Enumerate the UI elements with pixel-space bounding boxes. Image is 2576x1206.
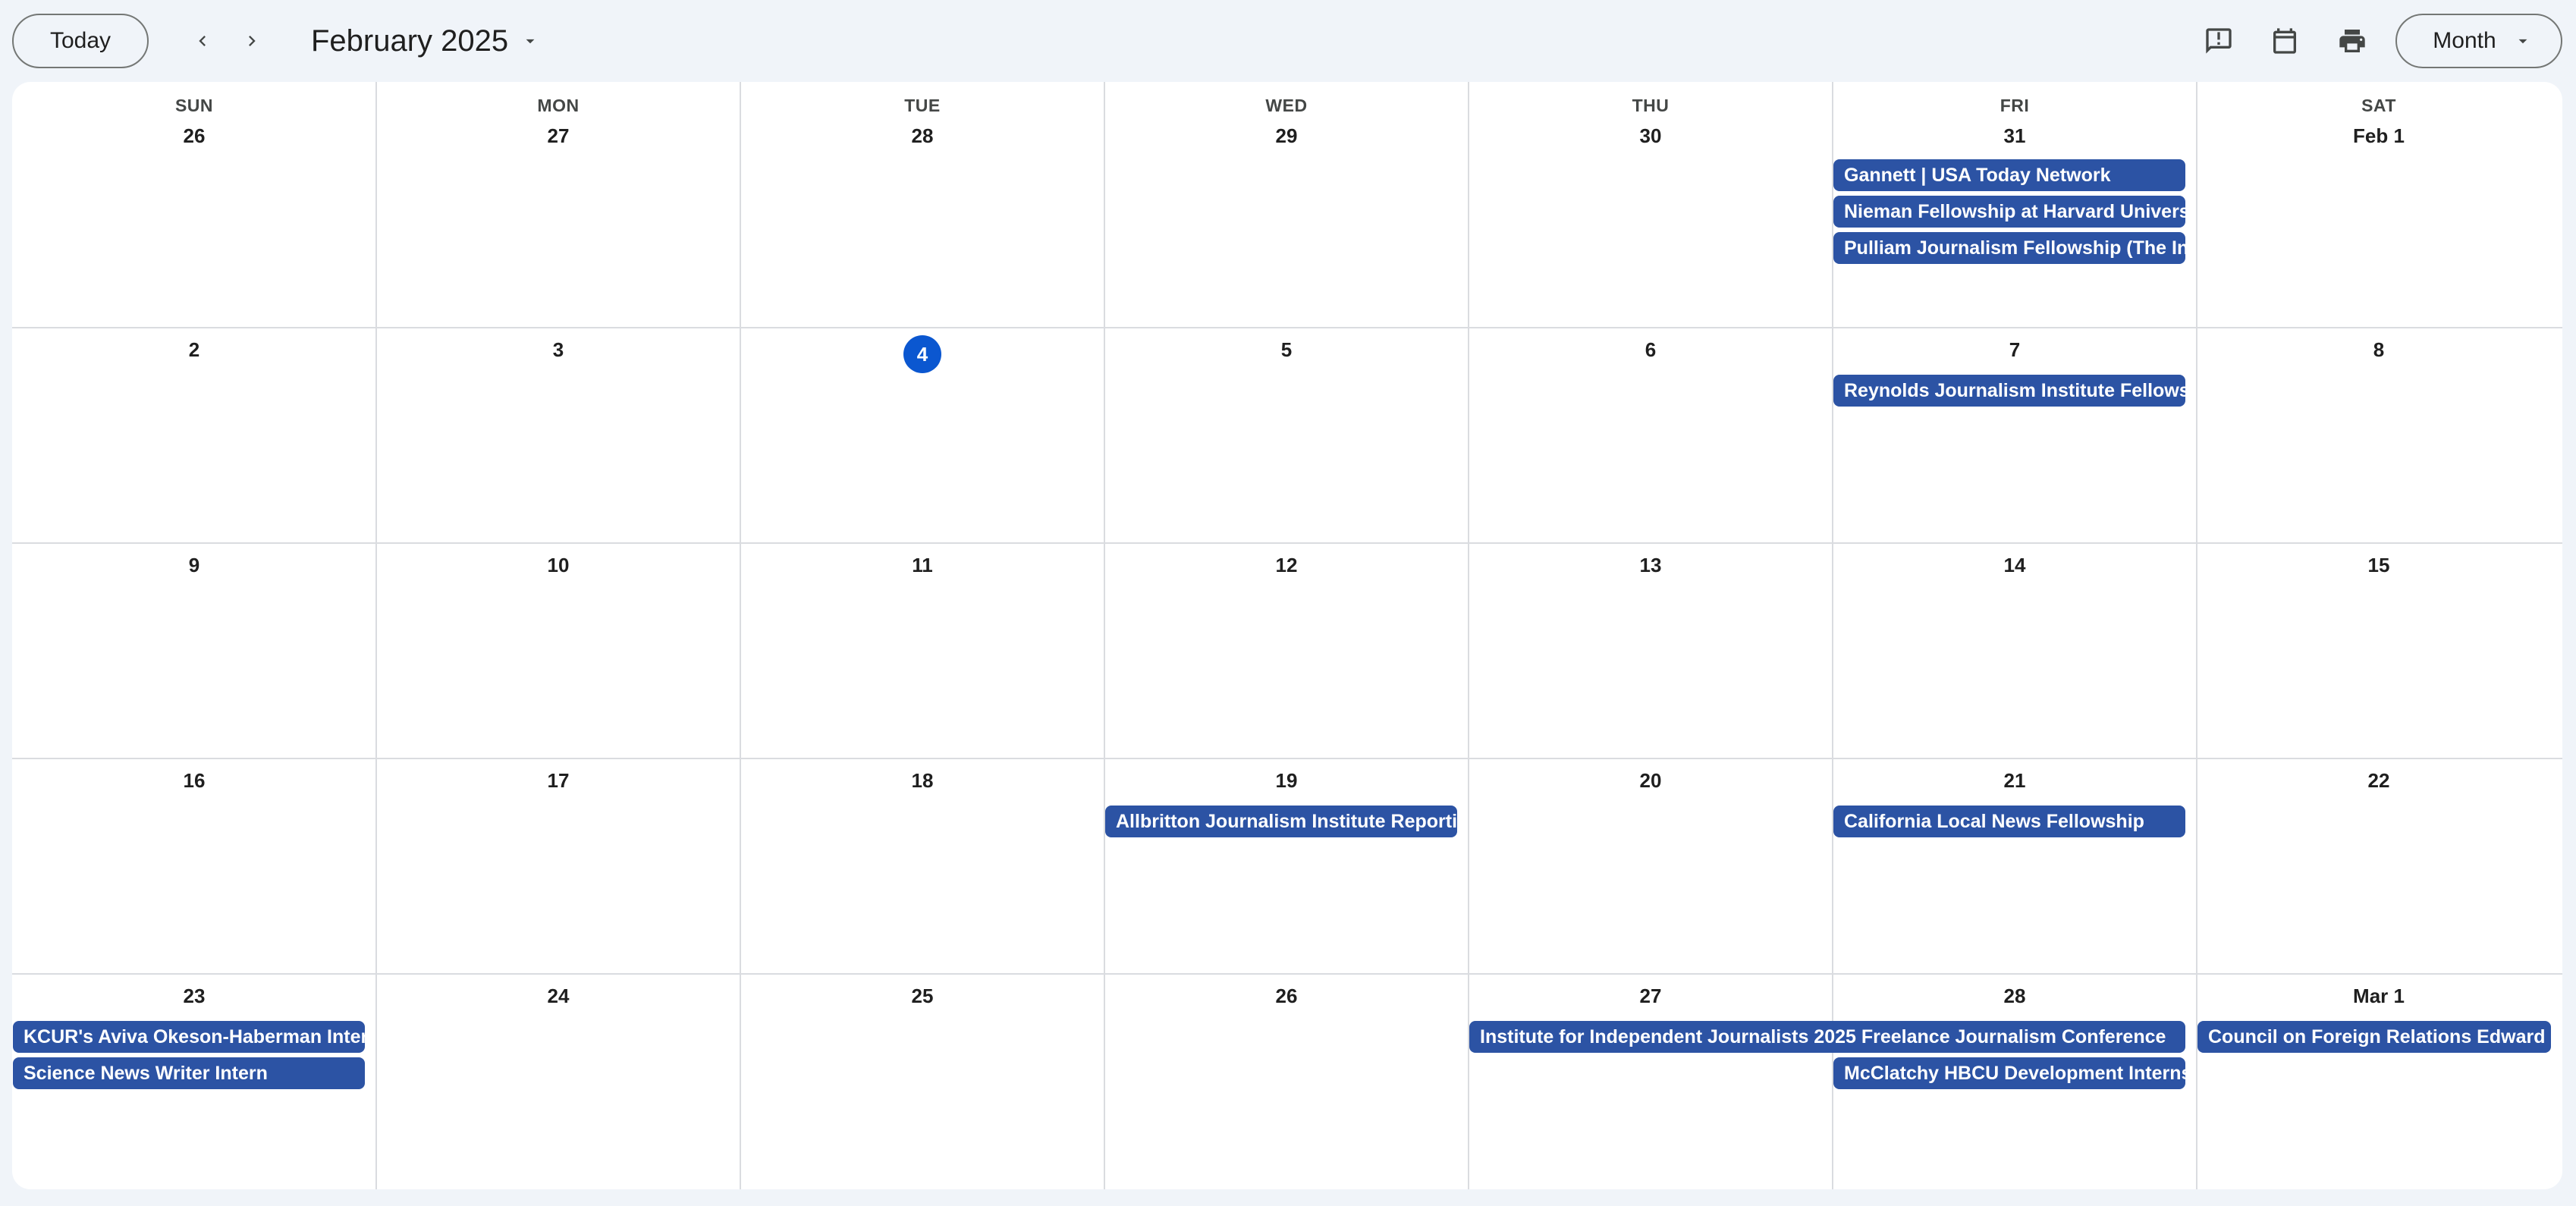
day-number[interactable]: 14 xyxy=(1833,554,2197,577)
event-chip[interactable]: Pulliam Journalism Fellowship (The India… xyxy=(1833,232,2185,264)
day-number[interactable]: 22 xyxy=(2197,769,2561,793)
day-number[interactable]: 16 xyxy=(12,769,376,793)
print-button[interactable] xyxy=(2328,17,2377,65)
day-number[interactable]: Mar 1 xyxy=(2197,985,2561,1008)
day-number[interactable]: 18 xyxy=(740,769,1104,793)
today-date-marker[interactable]: 4 xyxy=(903,335,941,373)
event-chip[interactable]: Gannett | USA Today Network xyxy=(1833,159,2185,191)
event-chip[interactable]: Allbritton Journalism Institute Reportin… xyxy=(1105,806,1457,837)
caret-down-icon xyxy=(526,39,535,44)
event-chip[interactable]: McClatchy HBCU Development Internship xyxy=(1833,1057,2185,1089)
day-number[interactable]: 26 xyxy=(1104,985,1469,1008)
event-chip[interactable]: Nieman Fellowship at Harvard University xyxy=(1833,196,2185,228)
day-number[interactable]: 17 xyxy=(376,769,740,793)
day-number[interactable]: 25 xyxy=(740,985,1104,1008)
month-title-dropdown[interactable]: February 2025 xyxy=(311,17,540,65)
feedback-button[interactable] xyxy=(2194,17,2243,65)
day-number[interactable]: 20 xyxy=(1469,769,1833,793)
day-number[interactable]: 27 xyxy=(1469,985,1833,1008)
day-number[interactable]: 28 xyxy=(1833,985,2197,1008)
caret-down-icon xyxy=(2518,39,2527,44)
day-cell[interactable] xyxy=(2197,82,2562,328)
chevron-right-icon xyxy=(249,36,256,46)
event-chip[interactable]: California Local News Fellowship xyxy=(1833,806,2185,837)
event-chip[interactable]: Reynolds Journalism Institute Fellowship xyxy=(1833,375,2185,407)
day-number[interactable]: 21 xyxy=(1833,769,2197,793)
day-cell[interactable] xyxy=(1469,82,1833,328)
day-number[interactable]: 29 xyxy=(1104,124,1469,148)
day-number[interactable]: 3 xyxy=(376,338,740,362)
month-grid: SUN MON TUE WED THU FRI SAT 26 27 28 29 30 31 Feb 123… xyxy=(12,82,2562,1189)
print-icon xyxy=(2339,30,2365,52)
day-cell[interactable] xyxy=(1104,82,1469,328)
view-selector-label: Month xyxy=(2433,28,2496,53)
day-number[interactable]: 8 xyxy=(2197,338,2561,362)
day-number[interactable]: 31 xyxy=(1833,124,2197,148)
event-chip[interactable]: Council on Foreign Relations Edward R. M… xyxy=(2197,1021,2551,1053)
day-number[interactable]: 13 xyxy=(1469,554,1833,577)
day-number[interactable]: 2 xyxy=(12,338,376,362)
day-number[interactable]: 23 xyxy=(12,985,376,1008)
day-number[interactable]: 6 xyxy=(1469,338,1833,362)
feedback-icon xyxy=(2206,28,2232,54)
day-number[interactable]: 30 xyxy=(1469,124,1833,148)
calendar-icon xyxy=(2273,28,2296,54)
next-month-button[interactable] xyxy=(228,17,276,65)
event-chip[interactable]: Institute for Independent Journalists 20… xyxy=(1469,1021,2185,1053)
day-number[interactable]: 15 xyxy=(2197,554,2561,577)
day-number[interactable]: 10 xyxy=(376,554,740,577)
day-number[interactable]: 27 xyxy=(376,124,740,148)
day-number[interactable]: 28 xyxy=(740,124,1104,148)
view-selector-button[interactable]: Month xyxy=(2395,14,2562,68)
event-chip[interactable]: Science News Writer Intern xyxy=(13,1057,365,1089)
day-cell[interactable] xyxy=(740,82,1104,328)
day-number[interactable]: 9 xyxy=(12,554,376,577)
calendar-toolbar: Today February 2025 Month xyxy=(0,0,2576,82)
calendar-view-button[interactable] xyxy=(2260,17,2309,65)
day-cell[interactable] xyxy=(12,82,376,328)
month-title: February 2025 xyxy=(311,24,509,58)
today-button[interactable]: Today xyxy=(12,14,149,68)
day-number[interactable]: 12 xyxy=(1104,554,1469,577)
day-number[interactable]: 5 xyxy=(1104,338,1469,362)
day-number[interactable]: 7 xyxy=(1833,338,2197,362)
event-chip[interactable]: KCUR's Aviva Okeson-Haberman Internship xyxy=(13,1021,365,1053)
day-number[interactable]: 24 xyxy=(376,985,740,1008)
day-cell[interactable] xyxy=(376,82,740,328)
chevron-left-icon xyxy=(199,36,206,46)
day-number[interactable]: 11 xyxy=(740,554,1104,577)
day-number[interactable]: Feb 1 xyxy=(2197,124,2561,148)
day-number[interactable]: 26 xyxy=(12,124,376,148)
day-number[interactable]: 19 xyxy=(1104,769,1469,793)
prev-month-button[interactable] xyxy=(178,17,227,65)
